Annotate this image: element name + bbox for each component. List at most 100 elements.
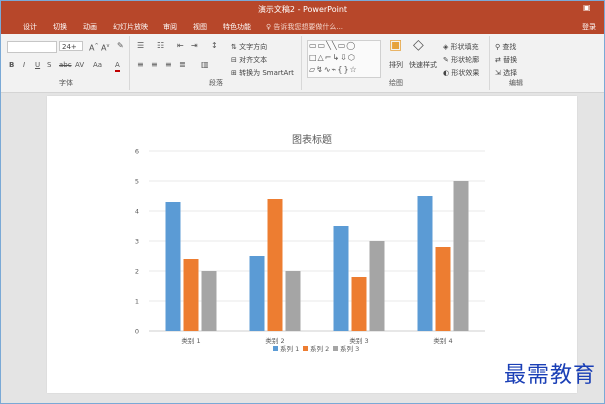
y-tick-label: 4	[135, 208, 139, 216]
y-tick-label: 2	[135, 268, 139, 276]
bar-chart[interactable]: 0 1 2 3 4 5 6 类别 1 类别 2 类别 3 类别 4 系列 1 系列 2 系列 3	[47, 96, 577, 393]
title-bar: 演示文稿2 - PowerPoint ▣ 文件 设计 切换 动画 幻灯片放映 审…	[1, 1, 604, 34]
columns-icon[interactable]: ▥	[201, 60, 209, 70]
tell-me-search[interactable]: ♀ 告诉我您想要做什么...	[266, 22, 343, 32]
align-text-button[interactable]: ⊟ 对齐文本	[231, 55, 267, 65]
y-tick-label: 1	[135, 298, 139, 306]
y-tick-label: 6	[135, 148, 139, 156]
numbering-icon[interactable]: ☷	[157, 41, 164, 51]
shrink-font-icon[interactable]: Av	[101, 41, 109, 54]
legend-label-3: 系列 3	[340, 344, 359, 353]
drawing-group-label: 绘图	[389, 79, 403, 87]
select-label: 选择	[503, 69, 518, 77]
x-category-label: 类别 1	[181, 336, 200, 345]
shape-fill-button[interactable]: ◈ 形状填充	[443, 42, 479, 52]
bar-3-1	[201, 271, 217, 331]
char-spacing-button[interactable]: AV	[75, 60, 84, 70]
shapes-row1-icon: ▭▭╲╲▭◯	[309, 41, 357, 50]
paint-bucket-icon: ◈	[443, 43, 451, 51]
clear-format-icon[interactable]: ✎	[117, 41, 124, 51]
smartart-icon: ⊞	[231, 69, 240, 77]
bar-1-3	[333, 226, 349, 331]
x-category-label: 类别 3	[349, 336, 368, 345]
align-center-icon[interactable]: ≡	[151, 60, 158, 70]
shadow-button[interactable]: S	[47, 60, 51, 70]
legend-label-2: 系列 2	[310, 344, 329, 353]
smartart-label: 转换为 SmartArt	[239, 69, 294, 77]
tab-review[interactable]: 审阅	[163, 22, 177, 32]
replace-button[interactable]: ⇄ 替换	[495, 55, 517, 65]
select-button[interactable]: ⇲ 选择	[495, 68, 517, 78]
select-icon: ⇲	[495, 69, 504, 77]
tab-features[interactable]: 特色功能	[223, 22, 251, 32]
arrange-icon[interactable]: ▣	[389, 38, 402, 52]
login-link[interactable]: 登录	[582, 22, 596, 32]
font-size-input[interactable]: 24+	[59, 41, 83, 51]
shape-outline-button[interactable]: ✎ 形状轮廓	[443, 55, 479, 65]
line-spacing-icon[interactable]: ↕	[211, 41, 218, 51]
drawing-group: ▭▭╲╲▭◯ □△⌐↳⇩⬡ ▱↯∿⌁{}☆ ▣ 排列 ◇ 快速样式 ◈ 形状填充…	[303, 36, 490, 90]
change-case-icon[interactable]: Aa	[93, 60, 102, 70]
bar-3-3	[369, 241, 385, 331]
legend-swatch-2	[303, 346, 308, 351]
arrange-button[interactable]: 排列	[389, 60, 403, 70]
align-right-icon[interactable]: ≡	[165, 60, 172, 70]
tell-me-text: 告诉我您想要做什么...	[273, 23, 344, 31]
align-text-label: 对齐文本	[239, 56, 268, 64]
x-category-label: 类别 4	[433, 336, 452, 345]
tab-design[interactable]: 设计	[23, 22, 37, 32]
align-text-icon: ⊟	[231, 56, 240, 64]
bar-3-2	[285, 271, 301, 331]
strikethrough-button[interactable]: abc	[59, 60, 72, 70]
grow-font-icon[interactable]: A^	[89, 41, 99, 54]
bold-button[interactable]: B	[9, 60, 14, 70]
legend-swatch-1	[273, 346, 278, 351]
justify-icon[interactable]: ≣	[179, 60, 186, 70]
legend-label-1: 系列 1	[280, 344, 299, 353]
font-name-input[interactable]	[7, 41, 57, 53]
text-direction-icon: ⇅	[231, 43, 240, 51]
italic-button[interactable]: I	[23, 60, 25, 70]
pen-icon: ✎	[443, 56, 452, 64]
increase-indent-icon[interactable]: ⇥	[191, 41, 198, 51]
find-button[interactable]: ⚲ 查找	[495, 42, 516, 52]
ribbon-display-icon[interactable]: ▣	[583, 3, 591, 12]
bar-3-4	[453, 181, 469, 331]
bar-1-1	[165, 202, 181, 331]
font-group-label: 字体	[59, 79, 73, 87]
bullets-icon[interactable]: ☰	[137, 41, 144, 51]
align-left-icon[interactable]: ≡	[137, 60, 144, 70]
bar-2-4	[435, 247, 451, 331]
watermark-logo: 最需教育	[503, 363, 596, 388]
paragraph-group-label: 段落	[209, 79, 223, 87]
replace-icon: ⇄	[495, 56, 504, 64]
slide-canvas[interactable]: 图表标题 0 1 2 3 4 5 6 类别 1 类别 2 类别 3 类别 4 系列 1 系列 2 系列 3	[47, 96, 577, 393]
shape-effects-label: 形状效果	[451, 69, 480, 77]
find-label: 查找	[502, 43, 517, 51]
tab-slideshow[interactable]: 幻灯片放映	[113, 22, 148, 32]
quick-styles-button[interactable]: 快速样式	[409, 60, 437, 70]
shape-fill-label: 形状填充	[450, 43, 479, 51]
editing-group: ⚲ 查找 ⇄ 替换 ⇲ 选择 编辑	[491, 36, 541, 90]
tab-view[interactable]: 视图	[193, 22, 207, 32]
quick-styles-icon[interactable]: ◇	[413, 38, 424, 52]
y-tick-label: 5	[135, 178, 139, 186]
bar-1-2	[249, 256, 265, 331]
shape-effects-button[interactable]: ◐ 形状效果	[443, 68, 479, 78]
font-group: 24+ A^ Av ✎ B I U S abc AV Aa A 字体	[3, 36, 130, 90]
text-direction-button[interactable]: ⇅ 文字方向	[231, 42, 267, 52]
bar-1-4	[417, 196, 433, 331]
app-window: 演示文稿2 - PowerPoint ▣ 文件 设计 切换 动画 幻灯片放映 审…	[0, 0, 605, 404]
slide-workspace: 图表标题 0 1 2 3 4 5 6 类别 1 类别 2 类别 3 类别 4 系列 1 系列 2 系列 3…	[1, 93, 604, 403]
text-direction-label: 文字方向	[239, 43, 268, 51]
shapes-row2-icon: □△⌐↳⇩⬡	[309, 53, 356, 62]
decrease-indent-icon[interactable]: ⇤	[177, 41, 184, 51]
ribbon-tabs: 文件 设计 切换 动画 幻灯片放映 审阅 视图 特色功能 ♀ 告诉我您想要做什么…	[1, 19, 604, 34]
tab-animations[interactable]: 动画	[83, 22, 97, 32]
smartart-button[interactable]: ⊞ 转换为 SmartArt	[231, 68, 294, 78]
font-color-icon[interactable]: A	[115, 60, 120, 72]
tab-transitions[interactable]: 切换	[53, 22, 67, 32]
underline-button[interactable]: U	[35, 60, 40, 70]
y-tick-label: 3	[135, 238, 139, 246]
window-title: 演示文稿2 - PowerPoint	[257, 5, 348, 14]
